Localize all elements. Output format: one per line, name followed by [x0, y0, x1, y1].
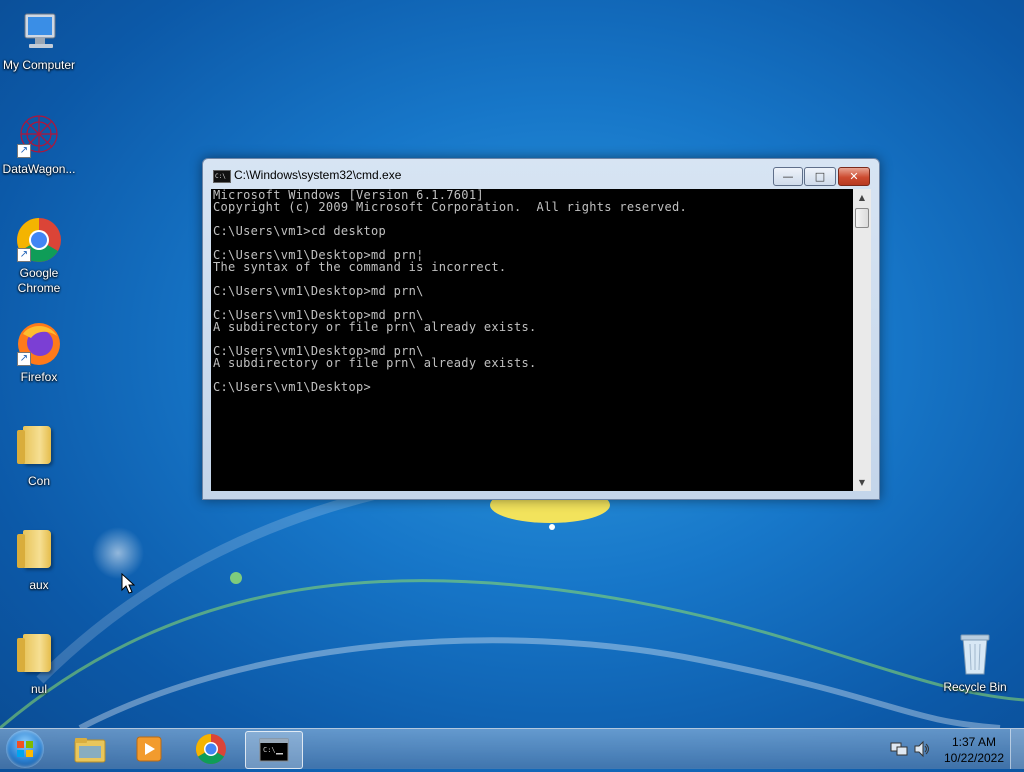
- scroll-thumb[interactable]: [855, 208, 869, 228]
- desktop-icon-my-computer[interactable]: My Computer: [0, 8, 79, 73]
- window-titlebar[interactable]: C:\ C:\Windows\system32\cmd.exe — □ ✕: [203, 159, 879, 189]
- scroll-up-arrow-icon[interactable]: ▲: [853, 189, 871, 206]
- desktop-icon-label: Google Chrome: [17, 266, 61, 295]
- desktop-icon-label: DataWagon...: [2, 162, 76, 176]
- desktop-icon-folder-con[interactable]: Con: [0, 420, 79, 489]
- desktop-icon-label: Firefox: [20, 370, 58, 384]
- chrome-icon: [195, 734, 226, 765]
- network-icon[interactable]: [890, 740, 908, 758]
- clock-time: 1:37 AM: [951, 735, 997, 749]
- desktop-icon-folder-nul[interactable]: nul: [0, 628, 79, 697]
- minimize-icon: —: [782, 170, 794, 183]
- desktop-icon-google-chrome[interactable]: ↗ Google Chrome: [0, 216, 79, 296]
- folder-icon: [15, 420, 63, 468]
- close-icon: ✕: [849, 170, 859, 183]
- desktop-icon-folder-aux[interactable]: aux: [0, 524, 79, 593]
- folder-icon: [15, 628, 63, 676]
- scroll-down-arrow-icon[interactable]: ▼: [853, 474, 871, 491]
- folder-explorer-icon: [74, 738, 106, 763]
- taskbar-windows-explorer[interactable]: [61, 731, 117, 767]
- close-button[interactable]: ✕: [838, 167, 870, 186]
- desktop-icon-label: My Computer: [2, 58, 76, 72]
- desktop-icon-recycle-bin[interactable]: Recycle Bin: [935, 630, 1015, 695]
- shortcut-arrow-icon: ↗: [17, 248, 31, 262]
- command-prompt-icon: C:\: [259, 738, 289, 762]
- desktop-icon-label: Con: [27, 474, 50, 488]
- shortcut-arrow-icon: ↗: [17, 144, 31, 158]
- clock-date: 10/22/2022: [943, 751, 1005, 765]
- folder-icon: [15, 524, 63, 572]
- shortcut-arrow-icon: ↗: [17, 352, 31, 366]
- media-player-icon: [136, 736, 162, 762]
- show-desktop-button[interactable]: [1010, 729, 1024, 769]
- desktop-icon-datawagon[interactable]: ↗ DataWagon...: [0, 112, 79, 177]
- desktop-icon-label: nul: [30, 682, 47, 696]
- maximize-icon: □: [814, 170, 826, 183]
- maximize-button[interactable]: □: [804, 167, 836, 186]
- start-button[interactable]: [6, 730, 44, 768]
- console-text: Microsoft Windows [Version 6.1.7601] Cop…: [213, 188, 688, 394]
- recycle-bin-icon: [951, 630, 999, 678]
- datawagon-icon: ↗: [15, 112, 63, 160]
- cmd-window[interactable]: C:\ C:\Windows\system32\cmd.exe — □ ✕ Mi…: [202, 158, 880, 500]
- computer-icon: [15, 8, 63, 56]
- firefox-icon: ↗: [15, 320, 63, 368]
- mouse-cursor-icon: [121, 573, 135, 594]
- taskbar-command-prompt[interactable]: C:\: [245, 731, 303, 769]
- vertical-scrollbar[interactable]: ▲ ▼: [853, 189, 871, 491]
- taskbar: C:\ 1:37 AM 10/22/2022: [0, 728, 1024, 769]
- system-clock[interactable]: 1:37 AM 10/22/2022: [936, 734, 1012, 766]
- desktop-icon-label: aux: [29, 578, 49, 592]
- chrome-icon: ↗: [15, 216, 63, 264]
- taskbar-google-chrome[interactable]: [183, 731, 239, 767]
- desktop-icon-label: Recycle Bin: [943, 680, 1007, 694]
- desktop-icon-firefox[interactable]: ↗ Firefox: [0, 320, 79, 385]
- svg-text:C:\: C:\: [263, 746, 276, 754]
- taskbar-media-player[interactable]: [121, 731, 177, 767]
- volume-icon[interactable]: [913, 740, 931, 758]
- minimize-button[interactable]: —: [773, 167, 803, 186]
- window-title: C:\Windows\system32\cmd.exe: [234, 168, 402, 182]
- cmd-icon: C:\: [213, 170, 231, 183]
- console-output[interactable]: Microsoft Windows [Version 6.1.7601] Cop…: [211, 189, 853, 491]
- windows-logo-icon: [17, 741, 33, 757]
